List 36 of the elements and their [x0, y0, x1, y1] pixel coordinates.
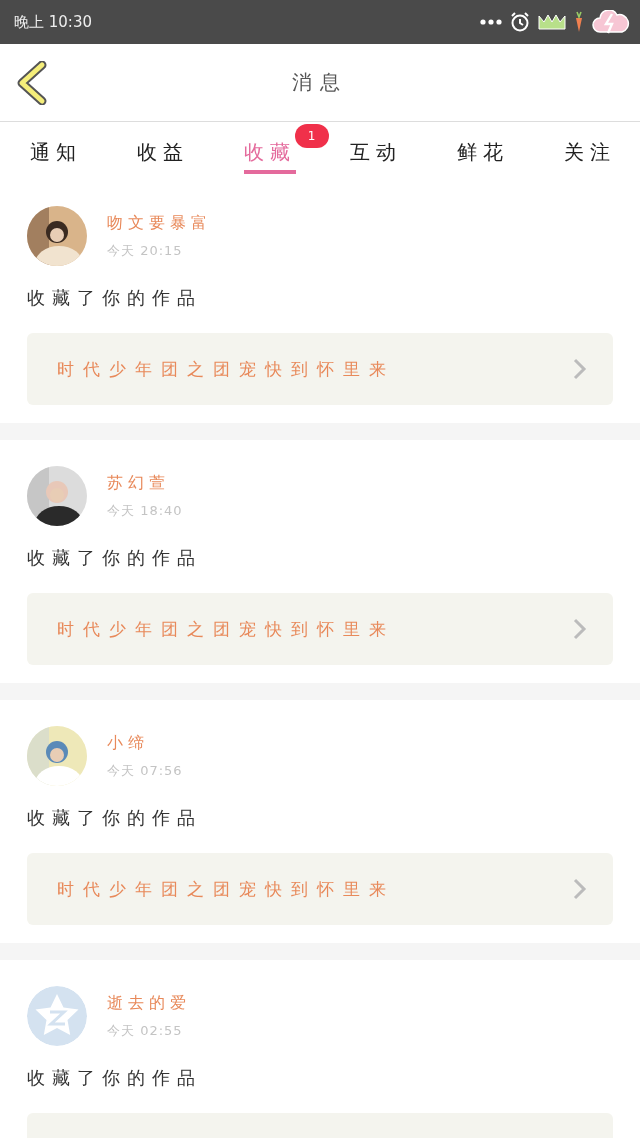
tab[interactable]: 通知: [30, 122, 83, 174]
status-time: 晚上 10:30: [14, 12, 92, 32]
timestamp: 今天 18:40: [107, 501, 183, 520]
timestamp: 今天 07:56: [107, 761, 183, 780]
tab[interactable]: 收益: [137, 122, 189, 174]
work-title: 时代少年团之团宠快到怀里来: [57, 357, 395, 381]
tab[interactable]: 鲜花: [457, 122, 509, 174]
work-title: 时代少年团之团宠快到怀里来: [57, 617, 395, 641]
carrot-icon: [574, 11, 584, 33]
user-name[interactable]: 苏幻萱: [107, 472, 183, 494]
alarm-icon: [510, 12, 530, 32]
default-avatar-icon: [27, 986, 87, 1046]
work-title: 时代少年团之团宠快到怀里来: [57, 877, 395, 901]
message-text: 收藏了你的作品: [27, 1066, 203, 1090]
tab[interactable]: 互动: [350, 122, 403, 174]
chevron-right-icon: [573, 358, 587, 380]
back-icon[interactable]: [16, 60, 48, 105]
timestamp: 今天 20:15: [107, 241, 184, 260]
work-link-card[interactable]: 时代少年团之团宠快到怀里来: [27, 333, 613, 405]
crown-icon: [538, 14, 566, 30]
more-dots-icon: [480, 19, 502, 25]
user-name[interactable]: 小缔: [107, 732, 183, 754]
tab[interactable]: 关注: [563, 122, 616, 174]
message-text: 收藏了你的作品: [27, 806, 203, 830]
user-name[interactable]: 吻文要暴富: [107, 212, 212, 234]
work-link-card[interactable]: 时代少年团之团宠快到怀里来: [27, 593, 613, 665]
timestamp: 今天 02:55: [107, 1021, 184, 1040]
work-link-card[interactable]: 时代少年团之团宠快到怀里来: [27, 853, 613, 925]
page-title: 消息: [291, 69, 349, 96]
count-badge: 1: [294, 124, 329, 148]
battery-charging-icon: [592, 10, 630, 34]
message-text: 收藏了你的作品: [27, 546, 203, 570]
user-name[interactable]: 逝去的爱: [107, 992, 191, 1014]
chevron-right-icon: [573, 618, 587, 640]
message-text: 收藏了你的作品: [27, 286, 203, 310]
chevron-right-icon: [573, 878, 587, 900]
